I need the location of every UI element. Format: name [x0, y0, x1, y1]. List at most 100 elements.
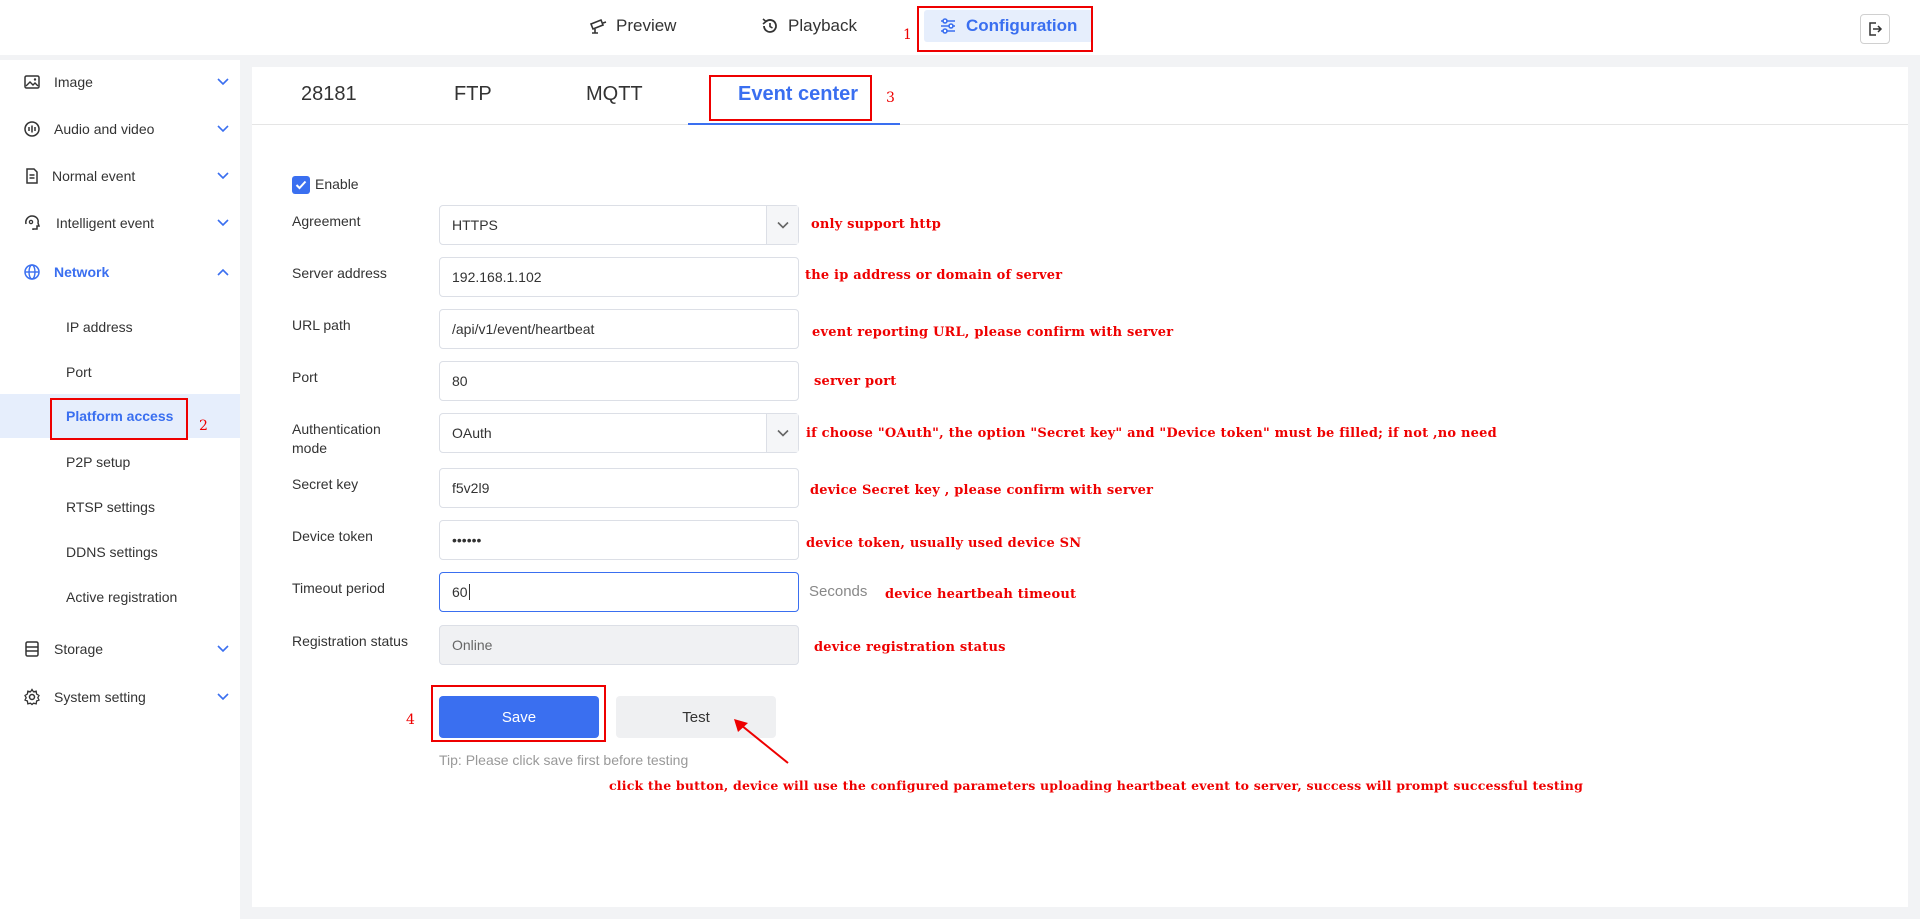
- chevron-up-icon: [217, 268, 229, 276]
- chevron-down-icon: [217, 219, 229, 227]
- auth-mode-label-line1: Authentication: [292, 421, 381, 437]
- sidebar-group-system-setting[interactable]: System setting: [0, 681, 240, 713]
- chevron-down-icon: [766, 414, 798, 452]
- sidebar-item-port[interactable]: Port: [0, 350, 240, 394]
- sidebar-group-audio-video[interactable]: Audio and video: [0, 113, 240, 145]
- sidebar-group-label: Audio and video: [54, 121, 155, 137]
- annotation-box-event-center: [709, 75, 872, 121]
- enable-label: Enable: [315, 176, 359, 192]
- secret-key-value: f5v2l9: [452, 480, 490, 496]
- replay-icon: [762, 18, 777, 33]
- logout-icon: [1869, 22, 1883, 36]
- registration-status-field: Online: [439, 625, 799, 665]
- url-path-label: URL path: [292, 317, 351, 333]
- sidebar-group-label: Image: [54, 74, 93, 90]
- sidebar-group-label: Normal event: [52, 168, 136, 184]
- device-token-input[interactable]: ••••••: [439, 520, 799, 560]
- annotation-number-4: 4: [406, 712, 415, 728]
- sidebar: Image Audio and video Normal event Intel…: [0, 60, 240, 919]
- server-address-label: Server address: [292, 265, 387, 281]
- sidebar-group-label: System setting: [54, 689, 146, 705]
- agreement-select[interactable]: HTTPS: [439, 205, 799, 245]
- port-value: 80: [452, 373, 468, 389]
- annotation-number-2: 2: [199, 418, 208, 434]
- sidebar-item-ip-address[interactable]: IP address: [0, 305, 240, 349]
- agreement-label: Agreement: [292, 213, 361, 229]
- nav-playback[interactable]: Playback: [760, 10, 857, 42]
- nav-preview-label: Preview: [616, 16, 677, 35]
- registration-status-value: Online: [452, 637, 493, 653]
- timeout-unit: Seconds: [809, 583, 868, 600]
- annotation-port: server port: [814, 374, 897, 389]
- sidebar-group-image[interactable]: Image: [0, 66, 240, 98]
- server-address-value: 192.168.1.102: [452, 269, 542, 285]
- chevron-down-icon: [217, 645, 229, 653]
- sidebar-item-ddns-settings[interactable]: DDNS settings: [0, 530, 240, 574]
- annotation-box-save: [431, 685, 606, 742]
- port-input[interactable]: 80: [439, 361, 799, 401]
- chevron-down-icon: [217, 78, 229, 86]
- nav-preview[interactable]: Preview: [588, 10, 676, 42]
- image-icon: [24, 75, 40, 89]
- sidebar-group-normal-event[interactable]: Normal event: [0, 160, 240, 192]
- annotation-status: device registration status: [814, 640, 1006, 655]
- annotation-test: click the button, device will use the co…: [609, 778, 1584, 793]
- auth-mode-label: Authentication mode: [292, 420, 381, 458]
- url-path-input[interactable]: /api/v1/event/heartbeat: [439, 309, 799, 349]
- annotation-server: the ip address or domain of server: [805, 268, 1063, 283]
- sidebar-item-active-registration[interactable]: Active registration: [0, 575, 240, 619]
- auth-mode-select[interactable]: OAuth: [439, 413, 799, 453]
- sidebar-group-storage[interactable]: Storage: [0, 633, 240, 665]
- tab-28181[interactable]: 28181: [301, 83, 357, 106]
- device-token-value: ••••••: [452, 532, 482, 548]
- tab-mqtt[interactable]: MQTT: [586, 83, 643, 106]
- timeout-value: 60: [452, 584, 468, 600]
- chevron-down-icon: [217, 172, 229, 180]
- nav-playback-label: Playback: [788, 16, 857, 35]
- annotation-number-1: 1: [903, 27, 912, 43]
- camera-icon: [589, 18, 607, 34]
- timeout-label: Timeout period: [292, 580, 385, 596]
- annotation-agreement: only support http: [811, 217, 942, 232]
- save-tip: Tip: Please click save first before test…: [439, 752, 689, 768]
- auth-mode-label-line2: mode: [292, 440, 328, 456]
- annotation-timeout: device heartbeah timeout: [885, 587, 1077, 602]
- server-address-input[interactable]: 192.168.1.102: [439, 257, 799, 297]
- device-token-label: Device token: [292, 528, 373, 544]
- audio-video-icon: [24, 121, 40, 137]
- annotation-arrow: [734, 719, 789, 764]
- sidebar-item-rtsp-settings[interactable]: RTSP settings: [0, 485, 240, 529]
- enable-checkbox[interactable]: [292, 176, 310, 194]
- secret-key-input[interactable]: f5v2l9: [439, 468, 799, 508]
- sidebar-group-label: Intelligent event: [56, 215, 155, 231]
- secret-key-label: Secret key: [292, 476, 359, 492]
- logout-button[interactable]: [1860, 14, 1890, 44]
- annotation-token: device token, usually used device SN: [806, 536, 1082, 551]
- globe-icon: [24, 264, 40, 280]
- port-label: Port: [292, 369, 318, 385]
- tab-bar: 28181 FTP MQTT Event center: [252, 67, 1908, 125]
- sidebar-item-p2p-setup[interactable]: P2P setup: [0, 440, 240, 484]
- agreement-value: HTTPS: [452, 217, 498, 233]
- sidebar-group-intelligent-event[interactable]: Intelligent event: [0, 207, 240, 239]
- tab-ftp[interactable]: FTP: [454, 83, 492, 106]
- checkmark-icon: [295, 180, 307, 190]
- sidebar-group-label: Network: [54, 264, 110, 280]
- annotation-box-configuration: [917, 6, 1093, 52]
- annotation-box-platform-access: [50, 398, 188, 440]
- chevron-down-icon: [217, 125, 229, 133]
- url-path-value: /api/v1/event/heartbeat: [452, 321, 595, 337]
- registration-status-label: Registration status: [292, 633, 408, 649]
- annotation-auth: if choose "OAuth", the option "Secret ke…: [806, 426, 1497, 441]
- annotation-number-3: 3: [886, 90, 895, 106]
- annotation-url: event reporting URL, please confirm with…: [812, 325, 1174, 340]
- storage-icon: [25, 641, 39, 657]
- sidebar-group-label: Storage: [54, 641, 104, 657]
- timeout-input[interactable]: 60: [439, 572, 799, 612]
- brain-icon: [25, 215, 41, 230]
- chevron-down-icon: [217, 693, 229, 701]
- sidebar-group-network[interactable]: Network: [0, 256, 240, 288]
- gear-icon: [24, 688, 40, 706]
- document-icon: [26, 168, 38, 184]
- auth-mode-value: OAuth: [452, 425, 492, 441]
